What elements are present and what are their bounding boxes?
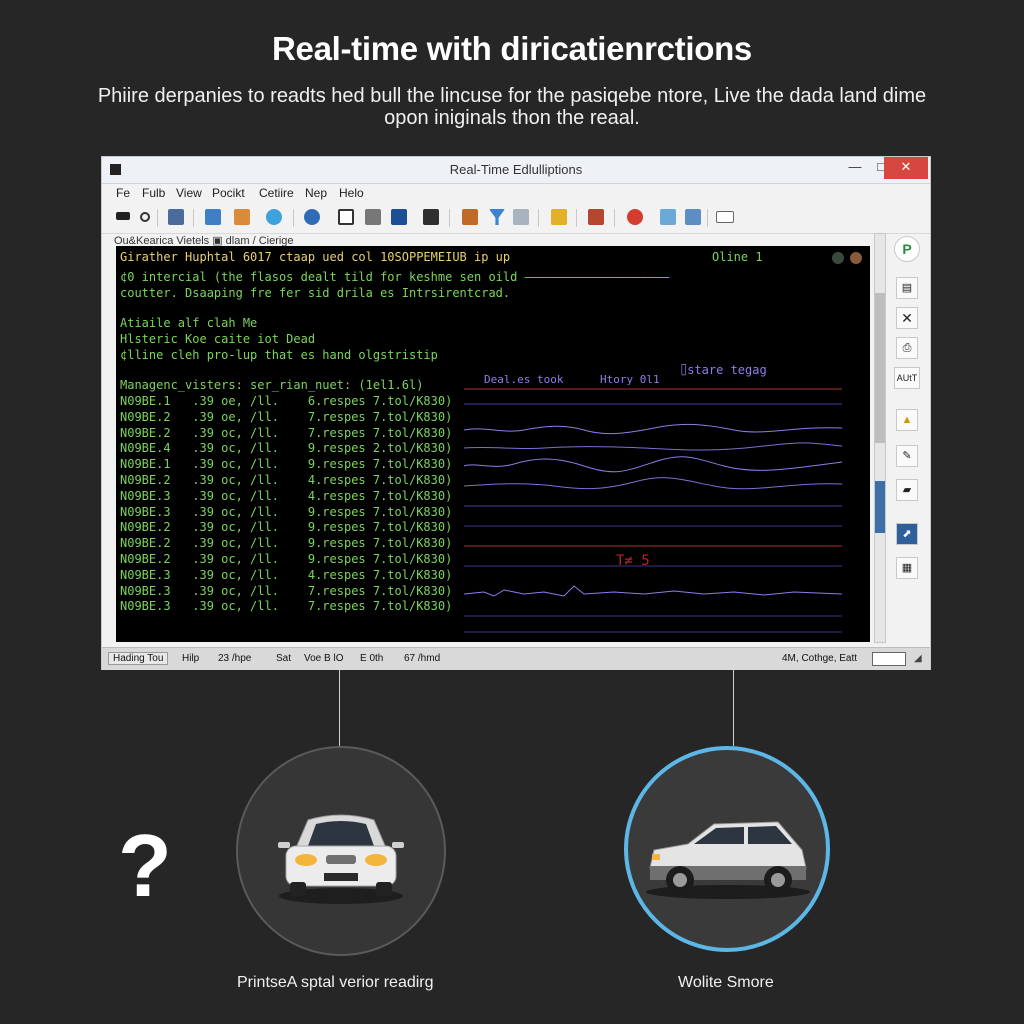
monitor-icon[interactable] [338,209,354,225]
app-badge-icon[interactable]: P [894,236,920,262]
table-icon[interactable] [513,209,529,225]
menu-bar: Fe Fulb View Pocikt Cetiire Nep Helo [102,183,930,203]
title-bar: Real-Time Edlulliptions — □ ✕ [102,157,930,184]
log-row: N09BE.2 .39 oc, /ll. 9.respes 7.tol/K830… [120,536,453,551]
minimize-button[interactable]: — [842,157,868,179]
resize-grip-icon[interactable]: ◢ [914,653,922,664]
app-window: Real-Time Edlulliptions — □ ✕ Fe Fulb Vi… [101,156,931,670]
menu-item-project[interactable]: Pocikt [212,186,245,200]
page-subtitle-line-1: Phiire derpanies to readts hed bull the … [97,85,927,107]
scroll-thumb[interactable] [875,293,885,443]
chrome-icon[interactable] [627,209,643,225]
picture-icon[interactable] [660,209,676,225]
document-icon[interactable] [234,209,250,225]
menu-item-settings[interactable]: Cetiire [259,186,294,200]
console-info-line: coutter. Dsaaping fre fer sid drila es I… [120,286,511,300]
grid-icon[interactable] [685,209,701,225]
grid-icon[interactable]: ▦ [896,557,918,579]
log-header: Managenc_visters: ser_rian_nuet: (1el1.6… [120,378,424,392]
console-note-line: Atiaile alf clah Me [120,316,258,330]
log-row: N09BE.3 .39 oc, /ll. 4.respes 7.tol/K830… [120,567,453,582]
status-eth: E 0th [360,653,384,664]
log-row: N09BE.4 .39 oc, /ll. 9.respes 2.tol/K830… [120,441,453,456]
side-tab-strip[interactable] [875,481,885,533]
log-row: N09BE.2 .39 oe, /ll. 7.respes 7.tol/K830… [120,409,453,424]
left-caption: PrintseA sptal verior readirg [237,974,434,991]
status-rate: 67 /hmd [404,653,441,664]
graph-label-distance: ⌷stare tegag [680,363,767,377]
image-icon[interactable]: ▰ [896,479,918,501]
log-row: N09BE.3 .39 oc, /ll. 7.respes 7.tol/K830… [120,583,453,598]
graph-label-deal: Deal.es took [484,373,564,386]
page-headline: Real-time with diricatienrctions [271,30,752,67]
auto-button[interactable]: AUtT [894,367,920,389]
new-icon[interactable] [116,212,130,220]
display-icon[interactable] [423,209,439,225]
sedan-front-image [278,814,404,904]
console-header-line: Girather Huphtal 6017 ctaap ued col 10SO… [120,250,511,264]
log-row: N09BE.3 .39 oc, /ll. 7.respes 7.tol/K830… [120,599,453,614]
download-icon[interactable] [391,209,407,225]
save-icon[interactable] [168,209,184,225]
question-mark: ? [118,816,172,915]
console-note-line: ¢lline cleh pro-lup that es hand olgstri… [120,348,438,362]
graph-label-history: Htory 0l1 [600,373,660,386]
filter-icon[interactable] [489,209,505,225]
console-info-line: ¢0 intercial (the flasos dealt tild for … [120,270,670,284]
toggle-icon[interactable] [716,211,734,223]
right-vehicle-circle [624,746,830,952]
print-icon[interactable]: ⎙ [896,337,918,359]
menu-item-map[interactable]: Nep [305,186,327,200]
edit-icon[interactable]: ✎ [896,445,918,467]
menu-item-help[interactable]: Helo [339,186,364,200]
left-vehicle-circle [236,746,446,956]
log-row: N09BE.2 .39 oc, /ll. 9.respes 7.tol/K830… [120,552,453,566]
status-voltage: Voe B lO [304,653,344,664]
record-icon[interactable] [140,212,150,222]
console-note-line: Hlsteric Koe caite iot Dead [120,332,316,346]
chat-icon[interactable] [266,209,282,225]
document-icon[interactable]: ▤ [896,277,918,299]
hatchback-side-image [646,821,810,899]
status-right: 4M, Cothge, Eatt [782,653,858,664]
image-icon[interactable] [588,209,604,225]
log-row: N09BE.1 .39 oc, /ll. 9.respes 7.tol/K830… [120,457,453,472]
connector-line-left [339,670,340,748]
log-row: N09BE.2 .39 oc, /ll. 9.respes 7.tol/K830… [120,520,453,535]
close-button[interactable]: ✕ [884,157,928,179]
status-page: 23 /hpe [218,653,252,664]
status-sat: Sat [276,653,292,664]
log-row: N09BE.2 .39 oc, /ll. 7.respes 7.tol/K830… [120,425,453,440]
status-mode: Hading Tou [108,652,169,665]
status-bar: Hading Tou Hilp 23 /hpe Sat Voe B lO E 0… [102,647,930,670]
menu-item-view[interactable]: View [176,186,202,200]
globe-icon[interactable] [304,209,320,225]
page-subtitle-line-2: opon iniginals thon the reaal. [384,107,640,129]
log-row: N09BE.1 .39 oe, /ll. 6.respes 7.tol/K830… [120,394,453,408]
warning-icon[interactable]: ▲ [896,409,918,431]
status-dot-orange [850,252,862,264]
waveform-graph [464,388,843,633]
camera-icon[interactable] [462,209,478,225]
console-panel: Girather Huphtal 6017 ctaap ued col 10SO… [116,246,870,642]
window-title: Real-Time Edlulliptions [449,162,583,177]
menu-item-edit[interactable]: Fulb [142,186,165,200]
main-toolbar [102,203,930,234]
settings-icon[interactable] [205,209,221,225]
connector-line-right [733,670,734,746]
log-row: N09BE.3 .39 oc, /ll. 9.respes 7.tol/K830… [120,504,453,519]
right-caption: Wolite Smore [678,974,774,991]
status-dot-green [832,252,844,264]
status-help: Hilp [182,653,200,664]
log-row: N09BE.3 .39 oc, /ll. 4.respes 7.tol/K830… [120,488,453,503]
folder-icon[interactable] [551,209,567,225]
tools-icon[interactable] [365,209,381,225]
menu-item-file[interactable]: Fe [116,186,130,200]
online-indicator: Oline 1 [712,250,763,264]
close-icon[interactable]: ✕ [896,307,918,329]
status-input-box[interactable] [872,652,906,666]
chart-icon[interactable]: ⬈ [896,523,918,545]
side-toolbar: P ▤ ✕ ⎙ AUtT ▲ ✎ ▰ ⬈ ▦ [872,233,930,643]
log-row: N09BE.2 .39 oc, /ll. 4.respes 7.tol/K830… [120,473,453,487]
